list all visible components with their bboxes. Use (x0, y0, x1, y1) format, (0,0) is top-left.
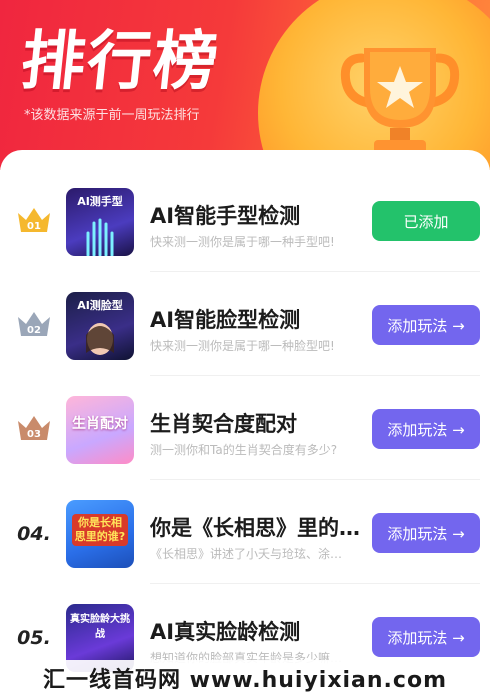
item-thumbnail[interactable]: AI测手型 (66, 188, 134, 256)
svg-text:03: 03 (27, 429, 41, 440)
thumbnail-label: 你是长相思里的谁? (72, 514, 128, 546)
header-banner: 排行榜 *该数据来源于前一周玩法排行 (0, 0, 490, 170)
thumbnail-label: 生肖配对 (72, 416, 128, 432)
thumbnail-label: AI测手型 (77, 195, 123, 208)
watermark-text: 汇一线首码网 www.huiyixian.com (0, 660, 490, 695)
list-item: 01 AI测手型 AI智能手型检测 快来测一测你是属于哪一种手型吧! 已添加 (0, 168, 490, 272)
add-feature-button[interactable]: 添加玩法 → (372, 305, 480, 345)
trophy-icon (340, 48, 460, 156)
face-icon (86, 323, 114, 355)
rank-badge: 03 (8, 408, 60, 448)
silver-crown-icon: 02 (18, 312, 50, 336)
add-feature-button[interactable]: 添加玩法 → (372, 409, 480, 449)
add-feature-button[interactable]: 添加玩法 → (372, 513, 480, 553)
hand-icon (86, 218, 114, 256)
item-description: 快来测一测你是属于哪一种手型吧! (150, 235, 335, 249)
rank-badge: 05. (8, 618, 60, 658)
rank-badge: 01 (8, 200, 60, 240)
added-button[interactable]: 已添加 (372, 201, 480, 241)
item-title[interactable]: 生肖契合度配对 (150, 408, 360, 438)
item-description: 《长相思》讲述了小夭与玱玹、涂… (150, 547, 343, 561)
rank-number: 05. (17, 627, 51, 649)
item-title[interactable]: AI智能手型检测 (150, 200, 360, 230)
page-subtitle: *该数据来源于前一周玩法排行 (24, 108, 200, 123)
gold-crown-icon: 01 (18, 208, 50, 232)
rank-badge: 02 (8, 304, 60, 344)
list-item: 03 生肖配对 生肖契合度配对 测一测你和Ta的生肖契合度有多少? 添加玩法 → (0, 376, 490, 480)
item-thumbnail[interactable]: 生肖配对 (66, 396, 134, 464)
list-item: 04. 你是长相思里的谁? 你是《长相思》里的… 《长相思》讲述了小夭与玱玹、涂… (0, 480, 490, 584)
item-thumbnail[interactable]: AI测脸型 (66, 292, 134, 360)
item-description: 测一测你和Ta的生肖契合度有多少? (150, 443, 338, 457)
bronze-crown-icon: 03 (18, 416, 50, 440)
rank-number: 04. (17, 523, 51, 545)
item-thumbnail[interactable]: 你是长相思里的谁? (66, 500, 134, 568)
svg-text:01: 01 (27, 221, 41, 232)
page-title: 排行榜 (17, 25, 224, 99)
thumbnail-label: AI测脸型 (77, 299, 123, 312)
add-feature-button[interactable]: 添加玩法 → (372, 617, 480, 657)
item-title[interactable]: AI智能脸型检测 (150, 304, 360, 334)
svg-text:02: 02 (27, 325, 41, 336)
rank-badge: 04. (8, 514, 60, 554)
item-title[interactable]: AI真实脸龄检测 (150, 616, 360, 646)
list-item: 02 AI测脸型 AI智能脸型检测 快来测一测你是属于哪一种脸型吧! 添加玩法 … (0, 272, 490, 376)
thumbnail-label: 真实脸龄大挑战 (70, 614, 130, 640)
item-title[interactable]: 你是《长相思》里的… (150, 512, 360, 542)
item-description: 快来测一测你是属于哪一种脸型吧! (150, 339, 335, 353)
